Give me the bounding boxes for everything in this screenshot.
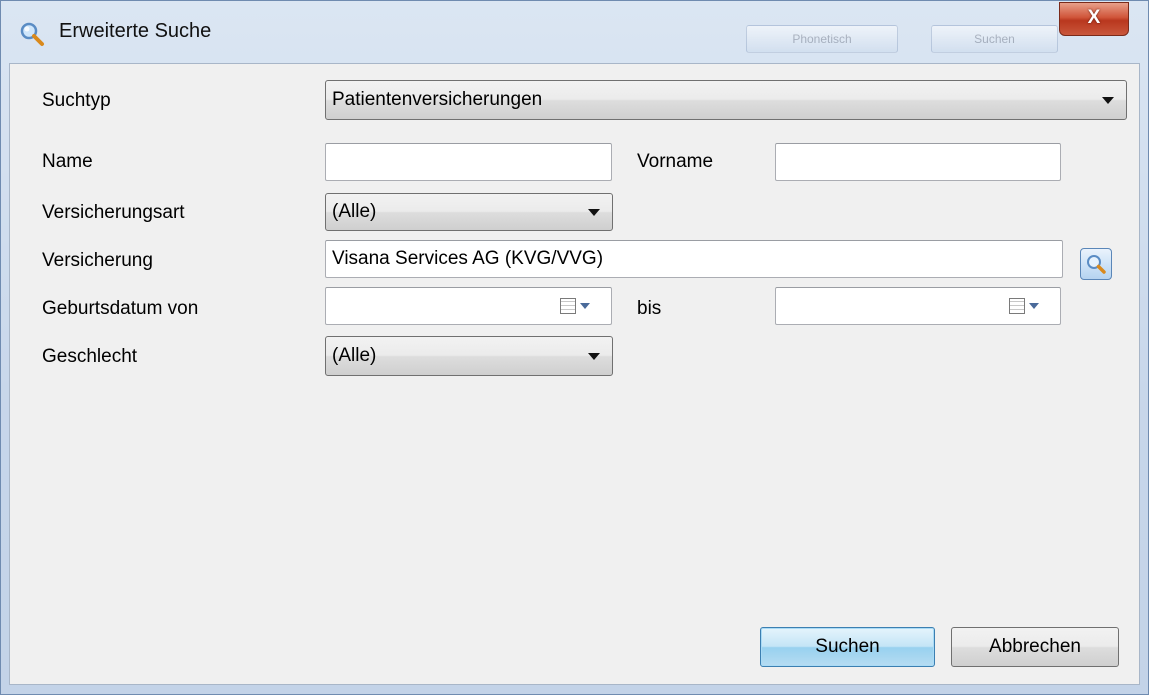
label-geschlecht: Geschlecht	[42, 346, 138, 367]
calendar-icon[interactable]	[560, 298, 576, 314]
suchtyp-value: Patientenversicherungen	[332, 89, 543, 110]
dialog-window: Phonetisch Suchen Erweiterte Suche X Suc…	[0, 0, 1149, 695]
label-name: Name	[42, 151, 93, 172]
suchtyp-select[interactable]: Patientenversicherungen	[325, 80, 1127, 120]
versicherung-input[interactable]: Visana Services AG (KVG/VVG)	[325, 240, 1063, 278]
geburtsdatum-bis-input[interactable]	[775, 287, 1061, 325]
chevron-down-icon	[1102, 97, 1114, 104]
window-title: Erweiterte Suche	[59, 20, 212, 42]
magnifier-icon	[20, 22, 44, 46]
search-button[interactable]: Suchen	[760, 627, 935, 667]
label-vorname: Vorname	[637, 151, 714, 172]
versicherungsart-value: (Alle)	[332, 201, 377, 222]
vorname-input[interactable]	[775, 143, 1061, 181]
magnifier-icon	[1087, 255, 1106, 274]
background-button-suchen: Suchen	[931, 25, 1058, 53]
label-bis: bis	[637, 298, 662, 319]
chevron-down-icon[interactable]	[1029, 303, 1039, 309]
versicherungsart-select[interactable]: (Alle)	[325, 193, 613, 231]
label-versicherung: Versicherung	[42, 250, 153, 271]
versicherung-lookup-button[interactable]	[1080, 248, 1112, 280]
geschlecht-value: (Alle)	[332, 345, 377, 366]
name-input[interactable]	[325, 143, 612, 181]
title-bar[interactable]: Phonetisch Suchen Erweiterte Suche X	[1, 1, 1148, 63]
label-geburtsdatum-von: Geburtsdatum von	[42, 298, 199, 319]
chevron-down-icon	[588, 353, 600, 360]
cancel-button[interactable]: Abbrechen	[951, 627, 1119, 667]
geburtsdatum-von-input[interactable]	[325, 287, 612, 325]
close-button[interactable]: X	[1059, 2, 1129, 36]
dialog-client-area: Suchtyp Patientenversicherungen Name Vor…	[9, 63, 1140, 685]
geschlecht-select[interactable]: (Alle)	[325, 336, 613, 376]
chevron-down-icon	[588, 209, 600, 216]
label-suchtyp: Suchtyp	[42, 90, 111, 111]
chevron-down-icon[interactable]	[580, 303, 590, 309]
label-versicherungsart: Versicherungsart	[42, 202, 185, 223]
calendar-icon[interactable]	[1009, 298, 1025, 314]
background-button-phonetisch: Phonetisch	[746, 25, 898, 53]
